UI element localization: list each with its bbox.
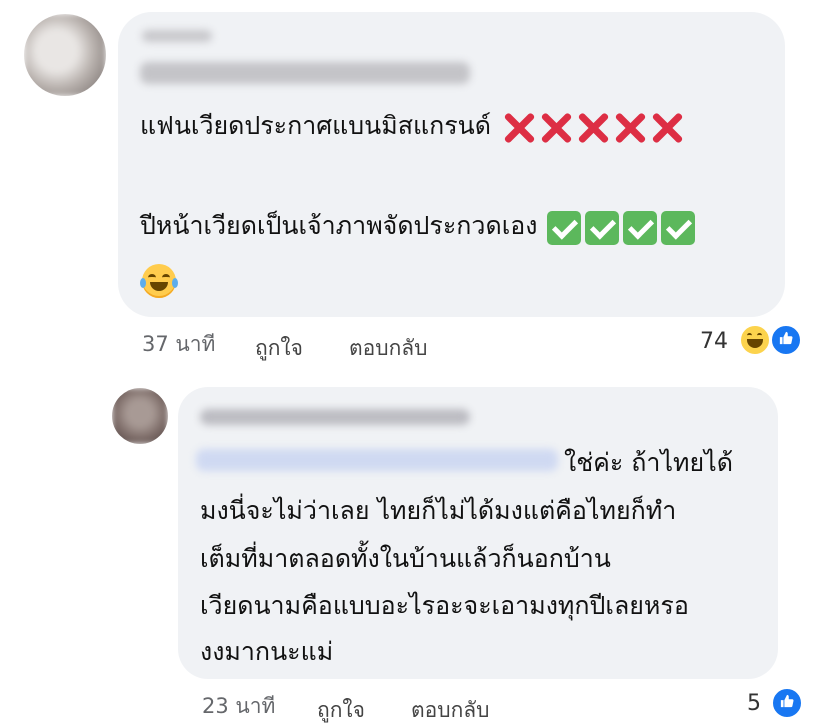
comment-text-line: เต็มที่มาตลอดทั้งในบ้านแล้วก็นอกบ้าน bbox=[200, 544, 611, 573]
comment-text-line: ใช่ค่ะ ถ้าไทยได้ bbox=[564, 448, 733, 477]
comment-bubble: แฟนเวียดประกาศแบนมิสแกรนด์ ปีหน้าเวียดเป… bbox=[118, 12, 785, 317]
avatar[interactable] bbox=[24, 14, 106, 96]
commenter-name[interactable] bbox=[142, 30, 212, 42]
reply-action[interactable]: ตอบกลับ bbox=[349, 332, 428, 365]
mentioned-name[interactable] bbox=[140, 62, 470, 84]
like-action[interactable]: ถูกใจ bbox=[317, 694, 365, 727]
reply-action[interactable]: ตอบกลับ bbox=[411, 694, 490, 727]
cross-mark-icon bbox=[649, 111, 683, 145]
like-action[interactable]: ถูกใจ bbox=[255, 332, 303, 365]
cross-mark-icon bbox=[575, 111, 609, 145]
commenter-name[interactable] bbox=[200, 409, 470, 425]
check-mark-icon bbox=[585, 210, 620, 245]
cross-mark-icon bbox=[538, 111, 572, 145]
like-icon[interactable] bbox=[771, 687, 803, 719]
check-mark-icons bbox=[547, 210, 699, 245]
comment-text: ปีหน้าเวียดเป็นเจ้าภาพจัดประกวดเอง bbox=[140, 211, 538, 240]
comment-text-line: เวียดนามคือแบบอะไรอะจะเอามงทุกปีเลยหรอ bbox=[200, 591, 689, 620]
haha-icon[interactable] bbox=[739, 324, 771, 356]
check-mark-icon bbox=[547, 210, 582, 245]
check-mark-icon bbox=[623, 210, 658, 245]
cross-mark-icon bbox=[501, 111, 535, 145]
laughing-crying-face-icon bbox=[140, 264, 178, 298]
mentioned-name[interactable] bbox=[196, 449, 558, 471]
reaction-count[interactable]: 5 bbox=[747, 691, 761, 716]
reaction-count[interactable]: 74 bbox=[700, 329, 728, 354]
comment-text-line: ปีหน้าเวียดเป็นเจ้าภาพจัดประกวดเอง bbox=[140, 209, 699, 245]
avatar[interactable] bbox=[112, 388, 168, 444]
check-mark-icon bbox=[661, 210, 696, 245]
cross-mark-icon bbox=[612, 111, 646, 145]
comment-text-line: งงมากนะแม่ bbox=[200, 637, 334, 666]
comment-text: แฟนเวียดประกาศแบนมิสแกรนด์ bbox=[140, 111, 491, 140]
comment-text-line: แฟนเวียดประกาศแบนมิสแกรนด์ bbox=[140, 109, 686, 145]
comment-text-line: มงนี่จะไม่ว่าเลย ไทยก็ไม่ได้มงแต่คือไทยก… bbox=[200, 496, 677, 525]
comment-bubble: ใช่ค่ะ ถ้าไทยได้ มงนี่จะไม่ว่าเลย ไทยก็ไ… bbox=[178, 387, 778, 679]
like-icon[interactable] bbox=[770, 324, 802, 356]
cross-mark-icons bbox=[501, 110, 686, 145]
comment-time[interactable]: 37 นาที bbox=[142, 328, 215, 361]
comment-time[interactable]: 23 นาที bbox=[202, 690, 275, 723]
